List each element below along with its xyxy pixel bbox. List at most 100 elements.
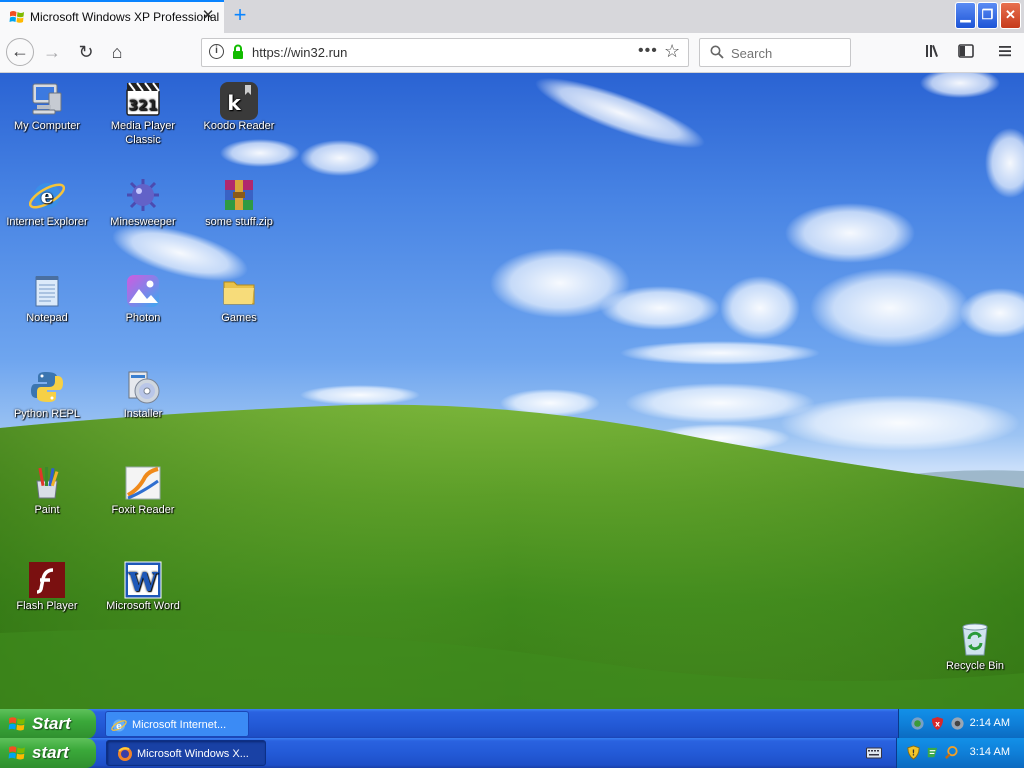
my-computer-icon <box>29 81 65 117</box>
taskbar-outer: start Microsoft Windows X... ! 3:14 AM <box>0 738 1024 768</box>
taskbar-inner: Start e Microsoft Internet... x 2:14 AM <box>0 709 1024 739</box>
library-icon[interactable] <box>923 42 943 62</box>
window-minimize-button[interactable]: ▁ <box>955 2 976 29</box>
svg-text:x: x <box>935 719 940 728</box>
browser-titlebar: Microsoft Windows XP Professional ✕ + ▁ … <box>0 0 1024 33</box>
foxit-reader-icon <box>125 465 161 501</box>
desktop-icon-label: Games <box>221 312 257 324</box>
svg-text:321: 321 <box>128 98 157 114</box>
desktop[interactable]: My Computer 321 Media Player Classic k K… <box>0 73 1024 709</box>
tab-windows-xp[interactable]: Microsoft Windows XP Professional ✕ <box>0 0 224 33</box>
desktop-icon-some-stuff-zip[interactable]: some stuff.zip <box>191 177 287 229</box>
desktop-icon-recycle-bin[interactable]: Recycle Bin <box>927 621 1023 673</box>
bookmark-star-icon[interactable]: ☆ <box>664 41 680 62</box>
desktop-icon-label: Microsoft Word <box>106 600 180 612</box>
desktop-icon-foxit-reader[interactable]: Foxit Reader <box>95 465 191 517</box>
desktop-icon-label: Foxit Reader <box>111 504 175 516</box>
paint-icon <box>29 465 65 501</box>
network-icon[interactable] <box>910 716 925 731</box>
start-label: Start <box>32 714 71 733</box>
internet-explorer-icon: e <box>28 177 66 213</box>
page-actions-icon[interactable]: ••• <box>638 42 658 60</box>
desktop-icon-label: Koodo Reader <box>203 120 275 132</box>
word-icon: W <box>124 561 162 599</box>
start-label: start <box>32 743 69 762</box>
winrar-archive-icon <box>221 177 257 213</box>
security-shield-icon[interactable]: ! <box>906 745 921 760</box>
taskbar-button-internet-explorer[interactable]: e Microsoft Internet... <box>105 711 249 737</box>
recycle-bin-icon <box>957 621 993 657</box>
desktop-icon-microsoft-word[interactable]: W Microsoft Word <box>95 561 191 613</box>
svg-text:k: k <box>227 91 241 115</box>
search-box[interactable]: Search <box>699 38 851 67</box>
installer-icon <box>125 369 161 405</box>
start-button-outer[interactable]: start <box>0 738 96 768</box>
desktop-icon-label: Internet Explorer <box>6 216 88 228</box>
windows-flag-icon <box>8 746 25 760</box>
window-close-button[interactable]: ✕ <box>1000 2 1021 29</box>
new-tab-button[interactable]: + <box>228 4 252 28</box>
taskbar-button-label: Microsoft Windows X... <box>137 748 249 760</box>
clock[interactable]: 2:14 AM <box>970 717 1010 729</box>
desktop-icon-python-repl[interactable]: Python REPL <box>0 369 95 421</box>
lock-icon <box>233 44 243 59</box>
url-text[interactable]: https://win32.run <box>252 45 347 60</box>
desktop-icon-label: Paint <box>34 504 60 516</box>
home-button[interactable]: ⌂ <box>103 38 131 66</box>
desktop-icon-koodo-reader[interactable]: k Koodo Reader <box>191 81 287 133</box>
firefox-icon <box>118 747 132 761</box>
search-placeholder: Search <box>731 46 773 61</box>
menu-icon[interactable] <box>995 42 1015 62</box>
desktop-icon-flash-player[interactable]: Flash Player <box>0 561 95 613</box>
desktop-icon-label: Flash Player <box>16 600 78 612</box>
tab-close-icon[interactable]: ✕ <box>200 8 216 24</box>
desktop-icon-label: some stuff.zip <box>205 216 273 228</box>
desktop-icon-notepad[interactable]: Notepad <box>0 273 95 325</box>
reload-button[interactable]: ↻ <box>72 38 100 66</box>
desktop-icon-photon[interactable]: Photon <box>95 273 191 325</box>
photon-icon <box>125 273 161 309</box>
desktop-icon-media-player-classic[interactable]: 321 Media Player Classic <box>95 81 191 147</box>
internet-explorer-icon: e <box>111 719 127 732</box>
koodo-reader-icon: k <box>220 81 258 120</box>
clock[interactable]: 3:14 AM <box>970 746 1010 758</box>
desktop-icon-my-computer[interactable]: My Computer <box>0 81 95 133</box>
desktop-icon-minesweeper[interactable]: Minesweeper <box>95 177 191 229</box>
keyboard-icon[interactable] <box>866 746 882 760</box>
back-button[interactable]: ← <box>6 38 34 66</box>
search-icon <box>710 45 724 59</box>
sidebar-icon[interactable] <box>956 42 976 62</box>
windows-update-icon[interactable] <box>925 745 940 760</box>
search-icon[interactable] <box>944 745 959 760</box>
system-tray-outer: ! 3:14 AM <box>896 738 1024 768</box>
system-tray-inner: x 2:14 AM <box>898 709 1024 739</box>
tab-title: Microsoft Windows XP Professional <box>30 10 220 24</box>
volume-icon[interactable] <box>950 716 965 731</box>
desktop-icon-label: Installer <box>123 408 163 420</box>
minesweeper-icon <box>125 177 161 213</box>
folder-icon <box>221 273 257 309</box>
taskbar-button-firefox[interactable]: Microsoft Windows X... <box>106 740 266 766</box>
desktop-icon-label: Photon <box>125 312 161 324</box>
svg-text:W: W <box>127 568 158 598</box>
desktop-icon-label: Minesweeper <box>110 216 176 228</box>
desktop-icon-installer[interactable]: Installer <box>95 369 191 421</box>
security-shield-icon[interactable]: x <box>930 716 945 731</box>
desktop-icon-games[interactable]: Games <box>191 273 287 325</box>
desktop-icon-label: Recycle Bin <box>945 660 1005 672</box>
svg-text:e: e <box>116 722 122 732</box>
desktop-icon-label: My Computer <box>13 120 81 132</box>
desktop-icon-internet-explorer[interactable]: e Internet Explorer <box>0 177 95 229</box>
window-restore-button[interactable]: ❐ <box>977 2 998 29</box>
url-bar[interactable]: i https://win32.run ••• ☆ <box>201 38 689 67</box>
windows-flag-icon <box>9 11 24 23</box>
desktop-icon-label: Media Player Classic <box>110 120 176 146</box>
python-icon <box>29 369 65 405</box>
svg-text:e: e <box>41 184 54 208</box>
desktop-icon-paint[interactable]: Paint <box>0 465 95 517</box>
start-button-inner[interactable]: Start <box>0 709 96 739</box>
forward-button[interactable]: → <box>38 38 66 66</box>
browser-navbar: ← → ↻ ⌂ i https://win32.run ••• ☆ Search <box>0 33 1024 73</box>
desktop-icon-label: Notepad <box>26 312 68 324</box>
info-icon[interactable]: i <box>209 44 224 59</box>
